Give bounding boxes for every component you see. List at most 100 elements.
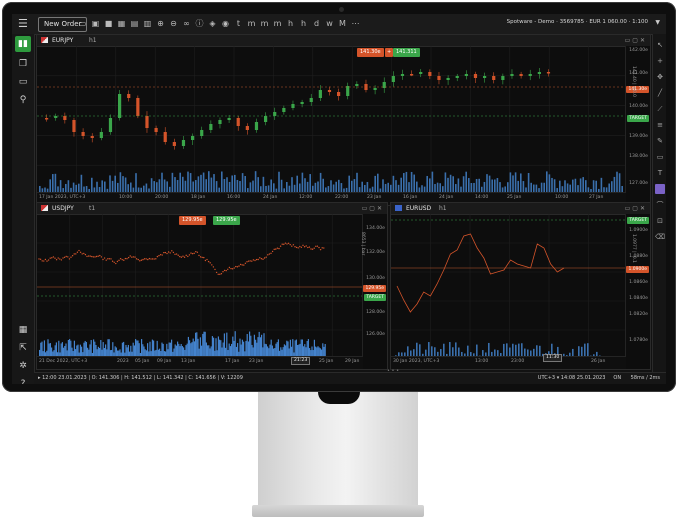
split-layout-icon[interactable]: ▤ [130,18,139,29]
price-axis[interactable]: 1.0900e 1.0880e 1.0860e 1.0840e 1.0820e … [625,214,650,357]
link-icon[interactable]: ∞ [182,18,191,29]
eurusd-line-chart[interactable] [391,214,628,359]
tick-point [76,251,79,253]
window-controls-icon[interactable]: ▭▢✕ [625,36,647,45]
account-selector[interactable]: Spotware - Demo · 3569785 · EUR 1 060.00… [507,19,648,25]
shape-icon[interactable]: ▭ [655,152,665,162]
period-w1-icon[interactable]: w [325,18,334,29]
price-tick: 130.00e [366,276,385,281]
tick-point [318,246,320,249]
eye-icon[interactable]: ◉ [221,18,230,29]
tick-point [276,247,279,249]
symbol-label[interactable]: EURUSD [406,204,431,213]
multi-layout-icon[interactable]: ▦ [117,18,126,29]
sell-price-button[interactable]: 141.30e [357,48,384,57]
buy-price-button[interactable]: 141.311 [393,48,420,57]
vertical-bar-label: 8653 | bar [360,232,365,256]
store-icon[interactable]: ▦ [15,322,31,338]
chart-panel-eurusd[interactable]: EURUSD h1 ▭▢✕ 1.0900e 1.0880e 1.0860e 1.… [390,202,651,370]
help-icon[interactable]: ? [15,376,31,384]
window-controls-icon[interactable]: ▭▢✕ [362,204,384,213]
latency-readout: 58ms / 2ms [630,375,660,381]
text-icon[interactable]: T [655,168,665,178]
trade-watch-icon[interactable]: ▮▮ [15,36,31,52]
target-tag[interactable]: TARGET [627,217,649,224]
tick-point [231,268,234,270]
period-m1-icon[interactable]: m [247,18,256,29]
volume-bar [249,331,251,359]
time-axis[interactable]: 21 Dec 2022, UTC+3 2023 05 Jan 09 Jan 13… [37,356,363,369]
tick-point [163,251,165,254]
time-tick: 21 Dec 2022, UTC+3 [39,359,88,364]
chart-panel-usdjpy[interactable]: USDJPY t1 ▭▢✕ 129.95e 129.95e 134.00e 13… [36,202,388,370]
period-h4-icon[interactable]: h [299,18,308,29]
ray-tool-icon[interactable]: ⟋ [655,104,665,114]
chart-mode-icon[interactable]: ▣ [91,18,100,29]
grid-layout-icon[interactable]: ▥ [143,18,152,29]
tick-point [148,257,151,260]
export-icon[interactable]: ⇱ [15,340,31,356]
fib-tool-icon[interactable]: ≡ [655,120,665,130]
brush-icon[interactable]: ✎ [655,136,665,146]
lock-icon[interactable]: ⊡ [655,216,665,226]
window-controls-icon[interactable]: ▭▢✕ [625,204,647,213]
cursor-icon[interactable]: ↖ [655,40,665,50]
candle-body [227,118,231,120]
info-icon[interactable]: ⓘ [195,18,204,29]
period-m15-icon[interactable]: m [273,18,282,29]
tick-point [177,254,179,256]
search-icon[interactable]: ⚲ [15,92,31,108]
time-axis[interactable]: 30 Jan 2023, UTC+3 13:00 23:00 26 Jan 11… [391,354,626,369]
period-m5-icon[interactable]: m [260,18,269,29]
connection-toggle[interactable]: ON [613,375,621,381]
candle-body [90,136,94,138]
tick-point [246,261,248,263]
symbol-label[interactable]: EURJPY [52,36,73,45]
period-mn-icon[interactable]: M [338,18,347,29]
timeframe-label[interactable]: h1 [89,36,97,45]
period-d1-icon[interactable]: d [312,18,321,29]
copy-icon[interactable]: ❐ [15,56,31,72]
timeframe-label[interactable]: t1 [89,204,95,213]
timezone-selector[interactable]: UTC+3 [538,375,555,381]
single-layout-icon[interactable]: ■ [104,18,113,29]
period-h1-icon[interactable]: h [286,18,295,29]
hand-icon[interactable]: ✥ [655,72,665,82]
symbol-label[interactable]: USDJPY [52,204,74,213]
period-tick-icon[interactable]: t [234,18,243,29]
timeframe-label[interactable]: h1 [439,204,447,213]
eurjpy-candles-chart[interactable] [37,46,628,195]
color-swatch-icon[interactable] [655,184,665,194]
hamburger-menu-icon[interactable]: ☰ [18,18,30,30]
magnet-icon[interactable]: ⌒ [655,200,665,210]
settings-gear-icon[interactable]: ✲ [15,358,31,374]
target-tag[interactable]: TARGET [627,115,649,122]
layers-icon[interactable]: ◈ [208,18,217,29]
zoom-out-icon[interactable]: ⊖ [169,18,178,29]
sell-price-button[interactable]: 129.95e [179,216,206,225]
tick-point [169,252,171,254]
price-axis[interactable]: 134.00e 132.00e 130.00e 128.00e 126.00e … [360,214,387,357]
candle-body [537,72,541,74]
chat-icon[interactable]: ▭ [78,18,87,29]
tick-point [119,257,122,260]
window-icon[interactable]: ▭ [15,74,31,90]
tick-point [68,258,71,260]
more-icon[interactable]: ⋯ [351,18,360,29]
trash-icon[interactable]: ⌫ [655,232,665,242]
target-tag[interactable]: TARGET [364,294,386,301]
tick-point [220,273,223,275]
chart-panel-eurjpy[interactable]: EURJPY h1 ▭▢✕ 141.30e + 141.311 142.00e … [36,34,651,206]
chevron-down-icon[interactable]: ▼ [655,19,660,26]
line-tool-icon[interactable]: ╱ [655,88,665,98]
tick-point [244,262,247,264]
usdjpy-tick-chart[interactable] [37,214,365,359]
buy-price-button[interactable]: 129.95e [213,216,240,225]
time-tick: 13:00 [475,359,489,364]
candle-body [473,74,478,78]
tick-point [284,242,287,244]
crosshair-icon[interactable]: + [655,56,665,66]
price-axis[interactable]: 142.00e 141.00e 140.00e 139.00e 138.00e … [625,46,650,193]
tick-point [171,250,173,252]
zoom-in-icon[interactable]: ⊕ [156,18,165,29]
